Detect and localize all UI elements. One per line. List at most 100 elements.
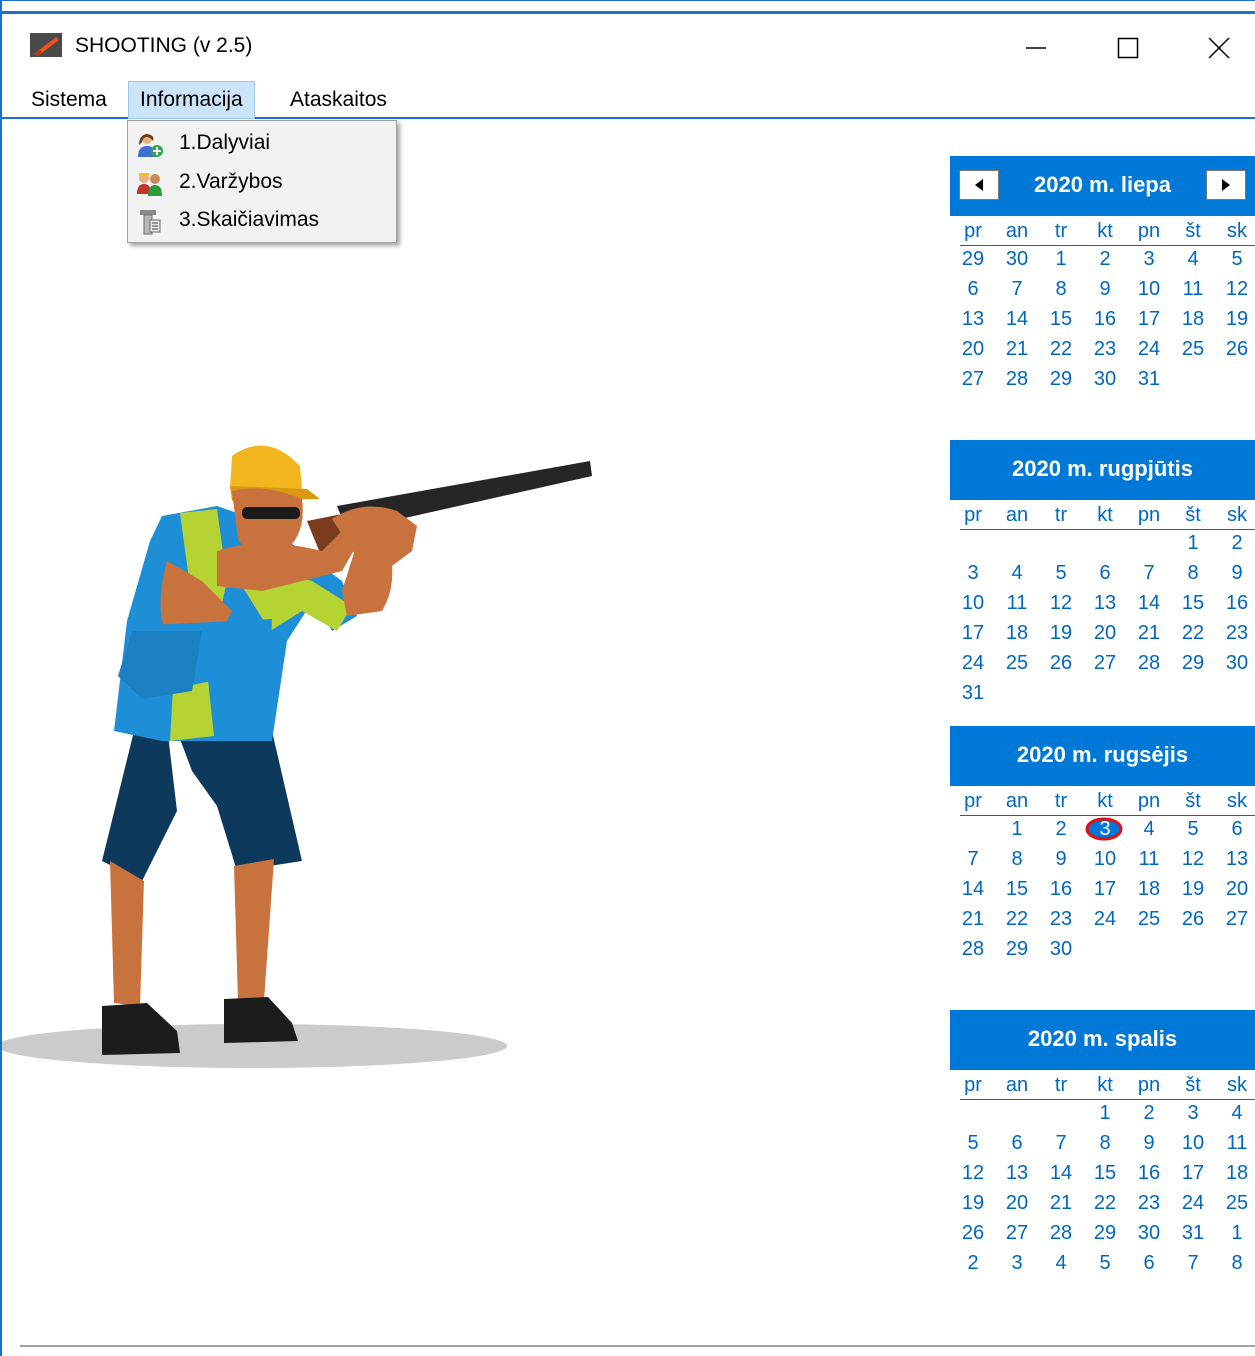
calendar-day[interactable]: 25 <box>1131 908 1167 931</box>
calendar-day[interactable]: 5 <box>955 1132 991 1155</box>
calendar-day[interactable]: 7 <box>955 848 991 871</box>
calendar-day[interactable]: 5 <box>1087 1252 1123 1275</box>
calendar-day[interactable]: 30 <box>999 248 1035 271</box>
calendar-day[interactable]: 26 <box>1219 338 1255 361</box>
calendar-day[interactable]: 24 <box>955 652 991 675</box>
calendar-day[interactable]: 21 <box>999 338 1035 361</box>
minimize-button[interactable] <box>1013 28 1059 68</box>
calendar-day[interactable]: 2 <box>1043 818 1079 841</box>
calendar-day[interactable]: 10 <box>1175 1132 1211 1155</box>
calendar-day[interactable]: 16 <box>1043 878 1079 901</box>
calendar-day[interactable]: 30 <box>1043 938 1079 961</box>
calendar-day[interactable]: 9 <box>1131 1132 1167 1155</box>
calendar-day[interactable]: 12 <box>1219 278 1255 301</box>
calendar-day[interactable]: 3 <box>1131 248 1167 271</box>
title-bar[interactable]: SHOOTING (v 2.5) <box>2 11 1255 61</box>
calendar-day[interactable]: 14 <box>1131 592 1167 615</box>
calendar-day[interactable]: 17 <box>1175 1162 1211 1185</box>
calendar-day[interactable]: 4 <box>1219 1102 1255 1125</box>
calendar-day[interactable]: 10 <box>1131 278 1167 301</box>
calendar-day[interactable]: 19 <box>1043 622 1079 645</box>
calendar-day[interactable]: 23 <box>1219 622 1255 645</box>
calendar-day[interactable]: 28 <box>955 938 991 961</box>
calendar-day[interactable]: 2 <box>955 1252 991 1275</box>
calendar-day[interactable]: 13 <box>955 308 991 331</box>
calendar-day[interactable]: 8 <box>999 848 1035 871</box>
calendar-day[interactable]: 17 <box>955 622 991 645</box>
calendar-day[interactable]: 18 <box>1175 308 1211 331</box>
calendar-next-button[interactable] <box>1206 170 1246 200</box>
calendar-day[interactable]: 5 <box>1219 248 1255 271</box>
menu-item-varzybos[interactable]: 2.Varžybos <box>128 164 396 202</box>
calendar-day[interactable]: 11 <box>999 592 1035 615</box>
calendar-day[interactable]: 27 <box>1087 652 1123 675</box>
calendar-prev-button[interactable] <box>959 170 999 200</box>
calendar-day[interactable]: 7 <box>1175 1252 1211 1275</box>
calendar-day[interactable]: 6 <box>1219 818 1255 841</box>
calendar-day[interactable]: 4 <box>1175 248 1211 271</box>
calendar-day[interactable]: 17 <box>1131 308 1167 331</box>
calendar-day[interactable]: 4 <box>1131 818 1167 841</box>
calendar-day[interactable]: 22 <box>999 908 1035 931</box>
calendar-day[interactable]: 11 <box>1219 1132 1255 1155</box>
calendar-day[interactable]: 18 <box>1219 1162 1255 1185</box>
menu-item-skaiciavimas[interactable]: 3.Skaičiavimas <box>128 202 396 240</box>
close-button[interactable] <box>1196 28 1242 68</box>
calendar-day[interactable]: 6 <box>1131 1252 1167 1275</box>
calendar-day[interactable]: 6 <box>955 278 991 301</box>
calendar-day[interactable]: 27 <box>999 1222 1035 1245</box>
calendar-day[interactable]: 3 <box>999 1252 1035 1275</box>
calendar-day[interactable]: 6 <box>999 1132 1035 1155</box>
calendar-day[interactable]: 3 <box>955 562 991 585</box>
calendar-day[interactable]: 23 <box>1043 908 1079 931</box>
calendar-day[interactable]: 29 <box>1043 368 1079 391</box>
calendar-day[interactable]: 23 <box>1087 338 1123 361</box>
calendar-day[interactable]: 15 <box>1175 592 1211 615</box>
calendar-day[interactable]: 14 <box>999 308 1035 331</box>
calendar-day[interactable]: 29 <box>955 248 991 271</box>
calendar-day[interactable]: 21 <box>1043 1192 1079 1215</box>
calendar-day[interactable]: 7 <box>999 278 1035 301</box>
calendar-day[interactable]: 14 <box>955 878 991 901</box>
calendar-day[interactable]: 27 <box>1219 908 1255 931</box>
calendar-day[interactable]: 5 <box>1043 562 1079 585</box>
calendar-day[interactable]: 18 <box>1131 878 1167 901</box>
calendar-day[interactable]: 22 <box>1175 622 1211 645</box>
calendar-day[interactable]: 9 <box>1219 562 1255 585</box>
calendar-day[interactable]: 30 <box>1131 1222 1167 1245</box>
calendar-day[interactable]: 2 <box>1219 532 1255 555</box>
calendar-day[interactable]: 15 <box>1087 1162 1123 1185</box>
calendar-day[interactable]: 6 <box>1087 562 1123 585</box>
calendar-day[interactable]: 11 <box>1131 848 1167 871</box>
calendar-day[interactable]: 7 <box>1131 562 1167 585</box>
calendar-day[interactable]: 29 <box>1087 1222 1123 1245</box>
calendar-day[interactable]: 10 <box>1087 848 1123 871</box>
calendar-day-today[interactable]: 3 <box>1085 817 1123 841</box>
calendar-day[interactable]: 2 <box>1087 248 1123 271</box>
calendar-day[interactable]: 22 <box>1043 338 1079 361</box>
calendar-day[interactable]: 24 <box>1087 908 1123 931</box>
calendar-day[interactable]: 11 <box>1175 278 1211 301</box>
calendar-day[interactable]: 17 <box>1087 878 1123 901</box>
calendar-day[interactable]: 4 <box>1043 1252 1079 1275</box>
calendar-day[interactable]: 30 <box>1219 652 1255 675</box>
calendar-day[interactable]: 19 <box>1175 878 1211 901</box>
calendar-day[interactable]: 8 <box>1043 278 1079 301</box>
calendar-day[interactable]: 29 <box>999 938 1035 961</box>
calendar-day[interactable]: 23 <box>1131 1192 1167 1215</box>
calendar-day[interactable]: 28 <box>1043 1222 1079 1245</box>
calendar-day[interactable]: 13 <box>1219 848 1255 871</box>
calendar-day[interactable]: 18 <box>999 622 1035 645</box>
calendar-day[interactable]: 21 <box>955 908 991 931</box>
calendar-day[interactable]: 14 <box>1043 1162 1079 1185</box>
calendar-day[interactable]: 1 <box>1043 248 1079 271</box>
calendar-day[interactable]: 10 <box>955 592 991 615</box>
calendar-day[interactable]: 3 <box>1175 1102 1211 1125</box>
calendar-day[interactable]: 15 <box>1043 308 1079 331</box>
menu-ataskaitos[interactable]: Ataskaitos <box>279 81 398 119</box>
calendar-day[interactable]: 9 <box>1087 278 1123 301</box>
calendar-day[interactable]: 20 <box>1219 878 1255 901</box>
menu-sistema[interactable]: Sistema <box>20 81 118 119</box>
calendar-day[interactable]: 12 <box>1175 848 1211 871</box>
calendar-day[interactable]: 25 <box>1175 338 1211 361</box>
